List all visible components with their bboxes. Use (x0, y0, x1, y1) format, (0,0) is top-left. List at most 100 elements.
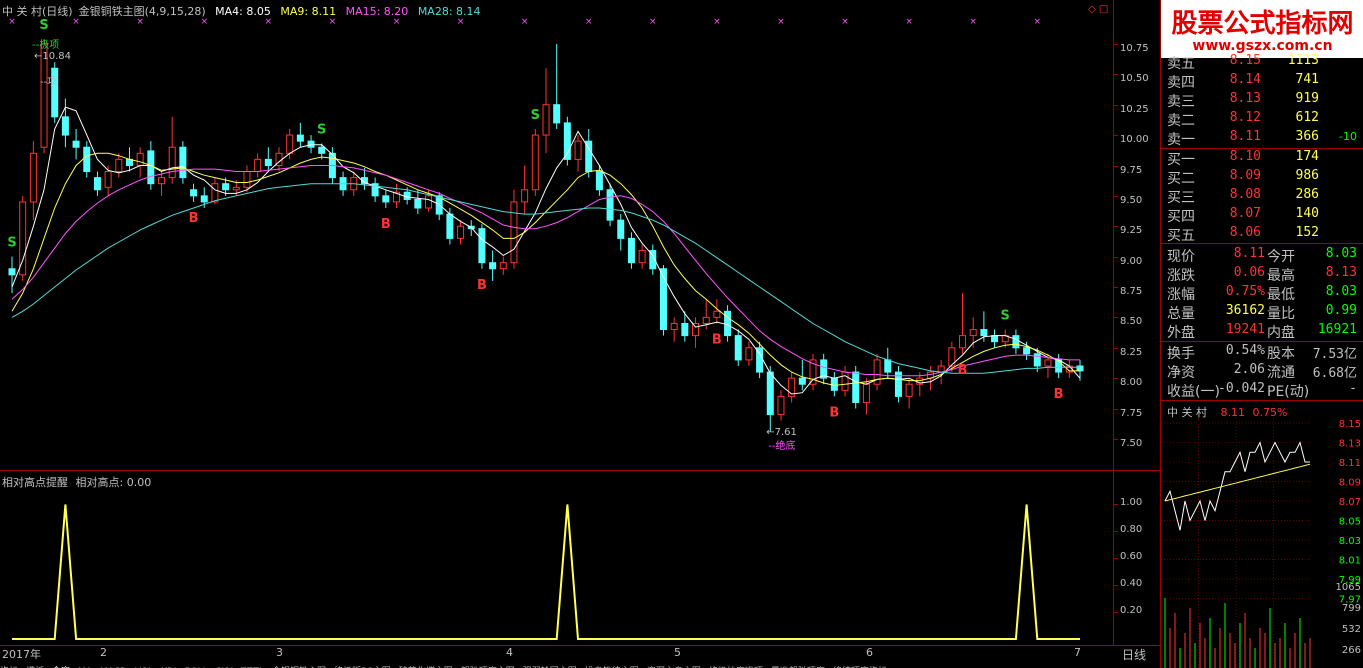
candle (670, 317, 678, 342)
price-tick-mark (1114, 439, 1118, 440)
price-tick-label: 7.50 (1120, 438, 1143, 449)
indicator-tick-label: 1.00 (1120, 497, 1143, 509)
quote-label: 内盘 (1267, 325, 1295, 341)
top-signal-mark: × (393, 17, 401, 27)
order-price: 8.14 (1229, 72, 1261, 87)
quote-row: 涨幅 0.75% 最低 8.03 (1161, 283, 1363, 303)
quote-value: 8.03 (1325, 284, 1357, 299)
candle (724, 305, 732, 342)
order-price: 8.15 (1229, 53, 1261, 68)
fundamental-label: 股本 (1267, 346, 1295, 362)
fundamental-value: 6.68亿 (1312, 366, 1357, 381)
indicator-tick-mark (1114, 585, 1118, 587)
indicator-tick-label: 0.40 (1120, 578, 1143, 590)
buy-signal: B (477, 278, 487, 293)
order-level-label: 卖一 (1167, 132, 1195, 148)
price-tick-mark (1114, 195, 1118, 197)
intraday-price-tick: 8.15 (1339, 419, 1361, 430)
fundamental-value: 7.53亿 (1312, 347, 1357, 362)
indicator-tick-mark (1114, 504, 1118, 506)
order-volume: 986 (1295, 168, 1319, 183)
order-price: 8.11 (1229, 129, 1261, 144)
fundamental-value: 0.54% (1225, 343, 1265, 358)
quote-value: 0.75% (1225, 284, 1265, 299)
order-volume: 174 (1295, 149, 1319, 164)
sell-signal: S (39, 18, 48, 33)
candle (510, 189, 518, 269)
top-signal-mark: × (777, 17, 785, 27)
candle (777, 390, 785, 421)
candle (617, 214, 625, 251)
period-label[interactable]: 日线 (1122, 646, 1146, 663)
fundamental-label: 净资 (1167, 365, 1195, 381)
candle (820, 353, 828, 385)
fundamental-value: -0.042 (1218, 381, 1265, 396)
order-level-label: 买四 (1167, 209, 1195, 225)
candle (179, 141, 187, 184)
intraday-chart[interactable]: 8.158.138.118.098.078.058.038.017.997.97… (1161, 418, 1363, 668)
price-tick-label: 8.00 (1120, 377, 1143, 389)
candle (638, 244, 646, 269)
price-tick-label: 9.25 (1120, 225, 1143, 237)
order-volume: 140 (1295, 206, 1319, 221)
ask-book: 卖五 8.15 1113 卖四 8.14 741 卖三 8.13 919 卖二 8.12 612 卖一 8… (1161, 52, 1363, 148)
quote-row: 外盘 19241 内盘 16921 (1161, 321, 1363, 341)
order-level-label: 买三 (1167, 190, 1195, 206)
order-volume: 741 (1295, 72, 1319, 87)
indicator-tick-mark (1114, 558, 1118, 560)
candle (798, 359, 806, 391)
buy-signal: B (189, 211, 199, 226)
candle (168, 116, 176, 184)
top-signal-mark: × (200, 17, 208, 27)
price-tick-label: 8.50 (1120, 316, 1143, 328)
indicator-panel[interactable]: 相对高点提醒 相对高点: 0.00 (0, 470, 1113, 646)
candle (756, 341, 764, 379)
order-level-label: 卖二 (1167, 113, 1195, 129)
candle (745, 341, 753, 366)
order-volume: 366 (1295, 129, 1319, 144)
kline-chart[interactable]: 中 关 村(日线) 金银铜铁主图(4,9,15,28) MA4: 8.05 MA9… (0, 0, 1113, 470)
window-controls[interactable]: ◇ □ (1088, 4, 1108, 15)
candle (371, 177, 379, 202)
order-level-label: 买五 (1167, 228, 1195, 244)
bid-book: 买一 8.10 174 买二 8.09 986 买三 8.08 286 买四 8.07 140 买五 8.… (1161, 148, 1363, 244)
candle (414, 189, 422, 215)
fundamental-value: - (1349, 381, 1357, 396)
order-book-row: 买五 8.06 152 (1161, 224, 1363, 244)
candle (61, 98, 69, 148)
intraday-vol-tick: 266 (1342, 645, 1361, 656)
sell-signal: S (531, 108, 540, 123)
indicator-tick-label: 0.20 (1120, 605, 1143, 617)
formula-tabs[interactable]: 指标模板金窗MAMACDVOLKDJBOLLSKYZZZL金银铜铁主图终极版PC… (0, 659, 1113, 668)
fundamental-row: 换手 0.54% 股本 7.53亿 (1161, 342, 1363, 362)
order-price: 8.09 (1229, 168, 1261, 183)
buy-signal: B (829, 405, 839, 420)
indicator-tick-mark (1114, 531, 1118, 533)
candle (296, 122, 304, 148)
price-tick-mark (1114, 74, 1118, 76)
order-price: 8.06 (1229, 225, 1261, 240)
price-tick-label: 9.75 (1120, 164, 1143, 176)
order-price: 8.08 (1229, 187, 1261, 202)
sell-signal: S (1001, 309, 1010, 324)
quote-value: 8.13 (1325, 265, 1357, 280)
date-tick-label: 3 (276, 646, 283, 659)
top-signal-mark: × (1034, 17, 1042, 27)
top-price: ←10.84 (34, 51, 72, 62)
ma-line-ma15 (11, 165, 1080, 377)
order-price: 8.07 (1229, 206, 1261, 221)
intraday-price-tick: 8.05 (1339, 517, 1361, 528)
candle (905, 378, 913, 409)
price-tick-mark (1114, 347, 1118, 349)
intraday-price-tick: 8.13 (1339, 439, 1361, 450)
candle (19, 195, 27, 281)
candle (841, 366, 849, 397)
intraday-price-tick: 8.11 (1339, 458, 1361, 469)
candle (542, 68, 550, 154)
date-tick-label: 7 (1074, 646, 1081, 659)
order-book-row: 买二 8.09 986 (1161, 167, 1363, 187)
quote-label: 量比 (1267, 306, 1295, 322)
order-book-row: 买一 8.10 174 (1161, 148, 1363, 168)
top-signal-mark: × (905, 17, 913, 27)
order-volume: 1113 (1287, 53, 1319, 68)
